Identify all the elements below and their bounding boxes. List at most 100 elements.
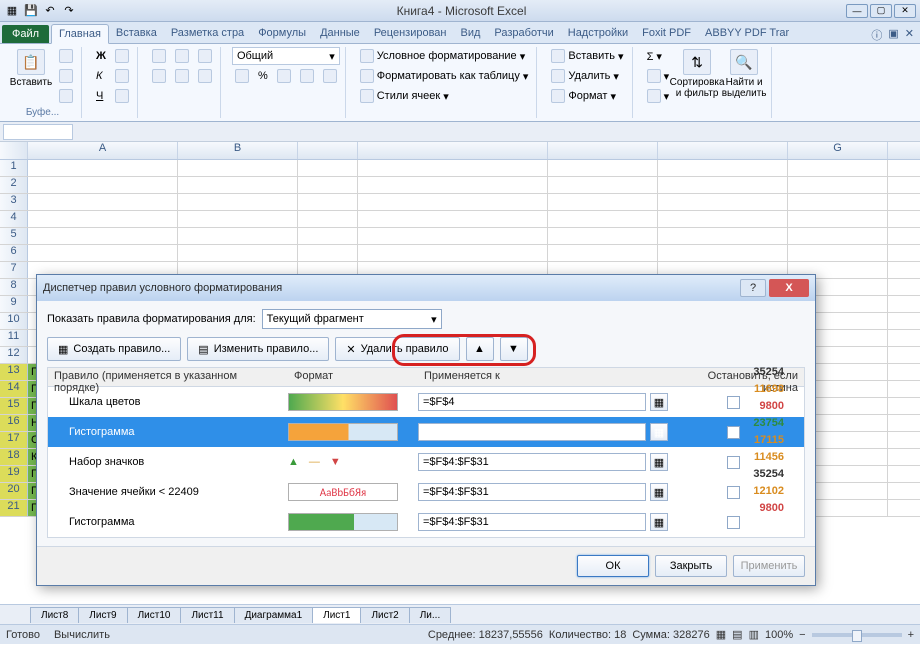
- sheet-tab[interactable]: Лист1: [312, 607, 361, 623]
- row-header[interactable]: 14: [0, 381, 28, 397]
- zoom-slider[interactable]: [812, 633, 902, 637]
- move-up-button[interactable]: ▲: [466, 337, 494, 361]
- applies-to-input[interactable]: =$F$4:$F$31: [418, 483, 646, 501]
- col-header[interactable]: A: [28, 142, 178, 159]
- edit-rule-button[interactable]: ▤Изменить правило...: [187, 337, 329, 361]
- doc-close-icon[interactable]: ✕: [905, 27, 914, 43]
- sheet-tab[interactable]: Лист8: [30, 607, 79, 623]
- row-header[interactable]: 20: [0, 483, 28, 499]
- cell-styles-button[interactable]: Стили ячеек ▾: [357, 87, 532, 105]
- row-header[interactable]: 8: [0, 279, 28, 295]
- currency-button[interactable]: [232, 67, 252, 85]
- row-header[interactable]: 21: [0, 500, 28, 516]
- col-header[interactable]: [358, 142, 548, 159]
- merge-button[interactable]: [195, 67, 215, 85]
- row-header[interactable]: 6: [0, 245, 28, 261]
- paste-button[interactable]: 📋 Вставить: [9, 47, 53, 88]
- col-header[interactable]: G: [788, 142, 888, 159]
- scope-select[interactable]: Текущий фрагмент▾: [262, 309, 442, 329]
- stop-if-true-checkbox[interactable]: [727, 426, 740, 439]
- ribbon-tab[interactable]: Вставка: [109, 24, 164, 43]
- align-top-button[interactable]: [149, 47, 169, 65]
- dec-decimal-button[interactable]: [320, 67, 340, 85]
- conditional-formatting-button[interactable]: Условное форматирование ▾: [357, 47, 532, 65]
- row-header[interactable]: 9: [0, 296, 28, 312]
- border-button[interactable]: [112, 47, 132, 65]
- view-normal-icon[interactable]: ▦: [716, 628, 726, 641]
- dialog-close-button[interactable]: X: [769, 279, 809, 297]
- range-picker-button[interactable]: ▦: [650, 513, 668, 531]
- view-break-icon[interactable]: ▥: [749, 628, 759, 641]
- row-header[interactable]: 17: [0, 432, 28, 448]
- align-left-button[interactable]: [149, 67, 169, 85]
- row-header[interactable]: 3: [0, 194, 28, 210]
- row-header[interactable]: 16: [0, 415, 28, 431]
- inc-decimal-button[interactable]: [297, 67, 317, 85]
- sheet-tab[interactable]: Диаграмма1: [234, 607, 314, 623]
- delete-rule-button[interactable]: ✕Удалить правило: [335, 337, 459, 361]
- applies-to-input[interactable]: =$F$4:$F$31: [418, 513, 646, 531]
- underline-button[interactable]: Ч: [93, 87, 109, 105]
- stop-if-true-checkbox[interactable]: [727, 516, 740, 529]
- ribbon-tab[interactable]: Foxit PDF: [635, 24, 698, 43]
- help-icon[interactable]: ⓘ: [871, 27, 882, 43]
- range-picker-button[interactable]: ▦: [650, 483, 668, 501]
- ribbon-tab[interactable]: Надстройки: [561, 24, 635, 43]
- row-header[interactable]: 10: [0, 313, 28, 329]
- ribbon-tab[interactable]: Главная: [51, 24, 109, 44]
- ribbon-min-icon[interactable]: ▣: [888, 27, 898, 43]
- stop-if-true-checkbox[interactable]: [727, 456, 740, 469]
- row-header[interactable]: 13: [0, 364, 28, 380]
- fill-color-button[interactable]: [112, 67, 132, 85]
- minimize-button[interactable]: —: [846, 4, 868, 18]
- dialog-titlebar[interactable]: Диспетчер правил условного форматировани…: [37, 275, 815, 301]
- ribbon-tab[interactable]: Данные: [313, 24, 367, 43]
- sheet-tab[interactable]: Ли...: [409, 607, 451, 623]
- align-center-button[interactable]: [172, 67, 192, 85]
- number-format-select[interactable]: Общий▾: [232, 47, 340, 65]
- stop-if-true-checkbox[interactable]: [727, 486, 740, 499]
- move-down-button[interactable]: ▼: [500, 337, 528, 361]
- zoom-out-button[interactable]: −: [799, 629, 805, 641]
- file-tab[interactable]: Файл: [2, 25, 49, 43]
- maximize-button[interactable]: ▢: [870, 4, 892, 18]
- italic-button[interactable]: К: [93, 67, 109, 85]
- row-header[interactable]: 1: [0, 160, 28, 176]
- range-picker-button[interactable]: ▦: [650, 453, 668, 471]
- range-picker-button[interactable]: ▦: [650, 393, 668, 411]
- row-header[interactable]: 5: [0, 228, 28, 244]
- align-mid-button[interactable]: [172, 47, 192, 65]
- insert-cells-button[interactable]: Вставить ▾: [548, 47, 626, 65]
- copy-button[interactable]: [56, 67, 76, 85]
- ok-button[interactable]: ОК: [577, 555, 649, 577]
- rule-row[interactable]: Значение ячейки < 22409АаВbБбЯя=$F$4:$F$…: [48, 477, 804, 507]
- applies-to-input[interactable]: =$F$4: [418, 393, 646, 411]
- dialog-help-button[interactable]: ?: [740, 279, 766, 297]
- close-button[interactable]: ✕: [894, 4, 916, 18]
- stop-if-true-checkbox[interactable]: [727, 396, 740, 409]
- delete-cells-button[interactable]: Удалить ▾: [548, 67, 626, 85]
- view-layout-icon[interactable]: ▤: [732, 628, 742, 641]
- ribbon-tab[interactable]: Формулы: [251, 24, 313, 43]
- autosum-button[interactable]: Σ ▾: [644, 47, 673, 65]
- redo-icon[interactable]: ↷: [61, 3, 77, 19]
- rule-row[interactable]: Шкала цветов=$F$4▦: [48, 387, 804, 417]
- sheet-tab[interactable]: Лист2: [360, 607, 409, 623]
- ribbon-tab[interactable]: Разработчи: [487, 24, 560, 43]
- comma-button[interactable]: [274, 67, 294, 85]
- wrap-text-button[interactable]: [195, 47, 215, 65]
- zoom-in-button[interactable]: +: [908, 629, 914, 641]
- format-painter-button[interactable]: [56, 87, 76, 105]
- percent-button[interactable]: %: [255, 67, 271, 85]
- row-header[interactable]: 7: [0, 262, 28, 278]
- col-header[interactable]: [548, 142, 658, 159]
- rule-row[interactable]: Набор значков▲—▼=$F$4:$F$31▦: [48, 447, 804, 477]
- row-header[interactable]: 12: [0, 347, 28, 363]
- zoom-level[interactable]: 100%: [765, 629, 793, 641]
- close-dialog-button[interactable]: Закрыть: [655, 555, 727, 577]
- rule-row[interactable]: Гистограмма=$F$4:$F$31▦: [48, 507, 804, 537]
- row-header[interactable]: 15: [0, 398, 28, 414]
- ribbon-tab[interactable]: Вид: [454, 24, 488, 43]
- find-select-button[interactable]: 🔍 Найти и выделить: [722, 47, 766, 99]
- new-rule-button[interactable]: ▦Создать правило...: [47, 337, 181, 361]
